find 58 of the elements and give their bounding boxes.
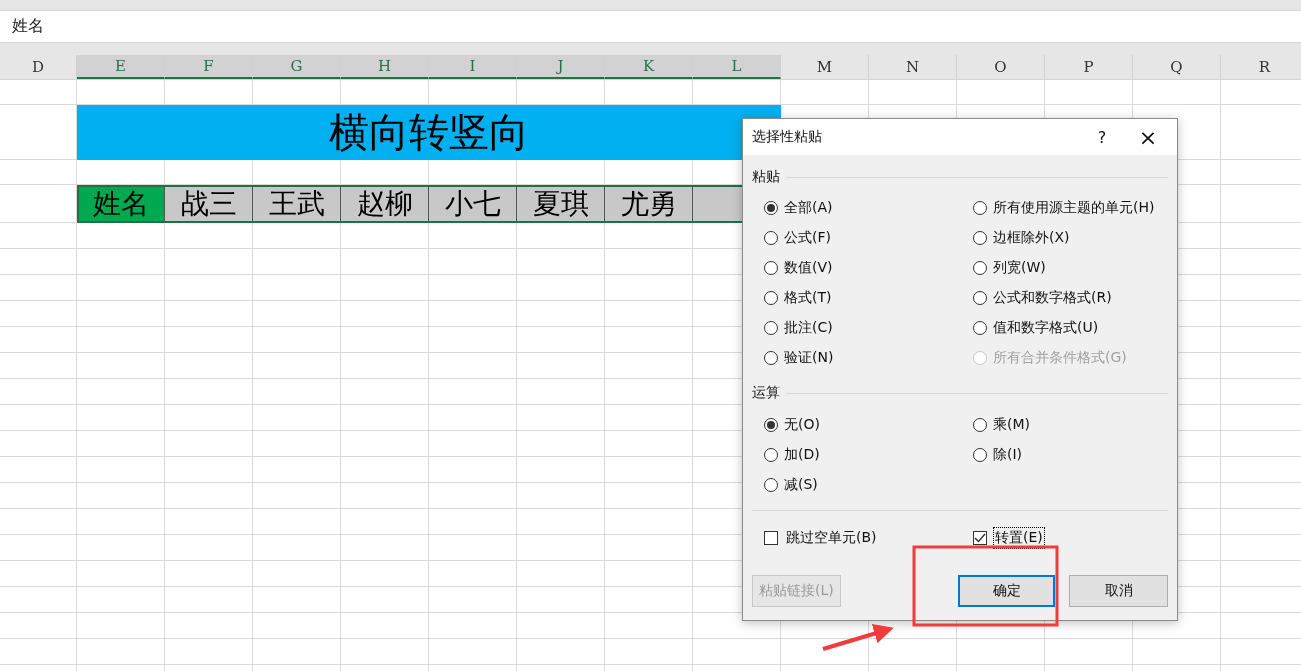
column-header[interactable]: Q [1133,55,1221,79]
column-header[interactable]: F [165,55,253,79]
section-heading: 粘贴 [752,168,780,186]
radio-button[interactable] [973,418,987,432]
column-header[interactable]: K [605,55,693,79]
radio-button[interactable] [764,321,778,335]
radio-option[interactable]: 公式和数字格式(R) [973,283,1168,313]
dialog-button[interactable]: 确定 [957,575,1056,607]
column-header[interactable]: H [341,55,429,79]
checkbox[interactable] [973,531,987,545]
column-header[interactable]: J [517,55,605,79]
radio-button[interactable] [764,448,778,462]
column-header[interactable]: P [1045,55,1133,79]
radio-option[interactable]: 全部(A) [764,193,973,223]
radio-option[interactable]: 加(D) [764,440,973,470]
radio-option[interactable]: 边框除外(X) [973,223,1168,253]
radio-button[interactable] [973,261,987,275]
radio-button[interactable] [764,261,778,275]
checkbox-label[interactable]: 跳过空单元(B) [784,527,879,549]
radio-option[interactable]: 验证(N) [764,343,973,373]
column-header[interactable]: L [693,55,781,79]
radio-option[interactable]: 格式(T) [764,283,973,313]
radio-button[interactable] [973,201,987,215]
radio-option[interactable]: 公式(F) [764,223,973,253]
column-header[interactable]: G [253,55,341,79]
radio-option[interactable]: 列宽(W) [973,253,1168,283]
radio-button[interactable] [973,231,987,245]
checkbox[interactable] [764,531,778,545]
column-header[interactable]: R [1221,55,1301,79]
radio-button[interactable] [973,291,987,305]
radio-button[interactable] [764,418,778,432]
close-button[interactable]: × [1125,119,1171,155]
radio-option[interactable]: 减(S) [764,470,973,500]
radio-option[interactable]: 所有使用源主题的单元(H) [973,193,1168,223]
radio-option[interactable]: 值和数字格式(U) [973,313,1168,343]
radio-button[interactable] [973,321,987,335]
radio-option[interactable]: 批注(C) [764,313,973,343]
radio-option[interactable]: 无(O) [764,410,973,440]
section-heading: 运算 [752,384,780,402]
radio-option[interactable]: 乘(M) [973,410,1168,440]
annotation-arrow [822,624,894,651]
column-header[interactable]: M [781,55,869,79]
radio-button[interactable] [973,448,987,462]
column-header[interactable]: E [77,55,165,79]
dialog-button[interactable]: 取消 [1069,575,1168,607]
dialog-title: 选择性粘贴 [752,128,823,146]
formula-bar-value[interactable]: 姓名 [12,16,44,37]
radio-button[interactable] [764,291,778,305]
radio-option[interactable]: 数值(V) [764,253,973,283]
radio-button[interactable] [764,201,778,215]
column-header[interactable]: I [429,55,517,79]
radio-option[interactable]: 除(I) [973,440,1168,470]
help-button[interactable]: ? [1079,119,1125,155]
column-header[interactable]: O [957,55,1045,79]
radio-button[interactable] [764,231,778,245]
radio-button[interactable] [764,478,778,492]
radio-button[interactable] [764,351,778,365]
column-header[interactable]: N [869,55,957,79]
